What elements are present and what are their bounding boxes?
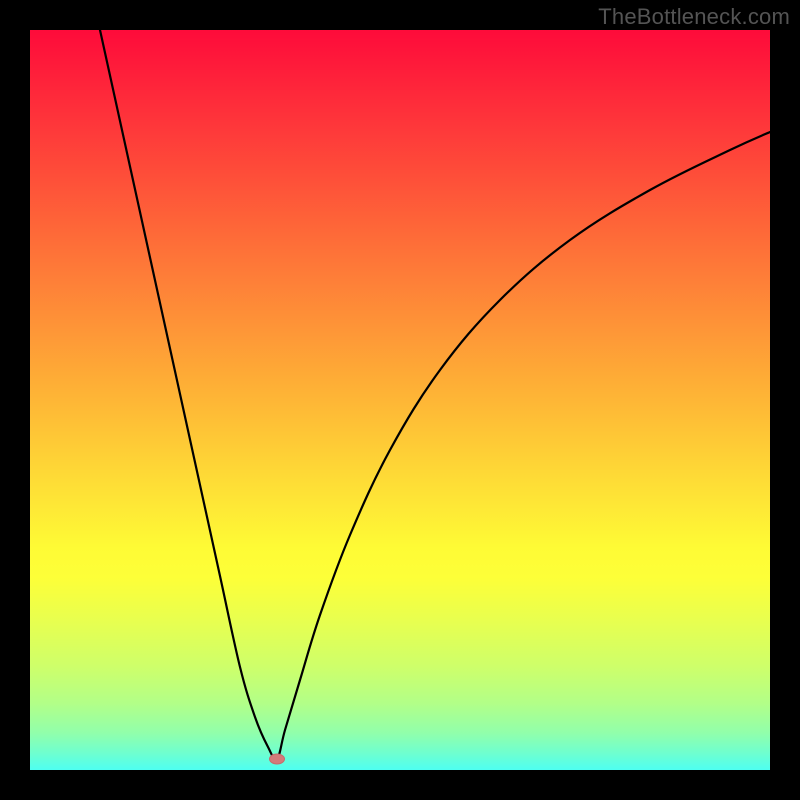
- plot-area: [30, 30, 770, 770]
- watermark-text: TheBottleneck.com: [598, 4, 790, 30]
- minimum-marker: [269, 754, 285, 765]
- curve-line: [30, 30, 770, 770]
- chart-frame: TheBottleneck.com: [0, 0, 800, 800]
